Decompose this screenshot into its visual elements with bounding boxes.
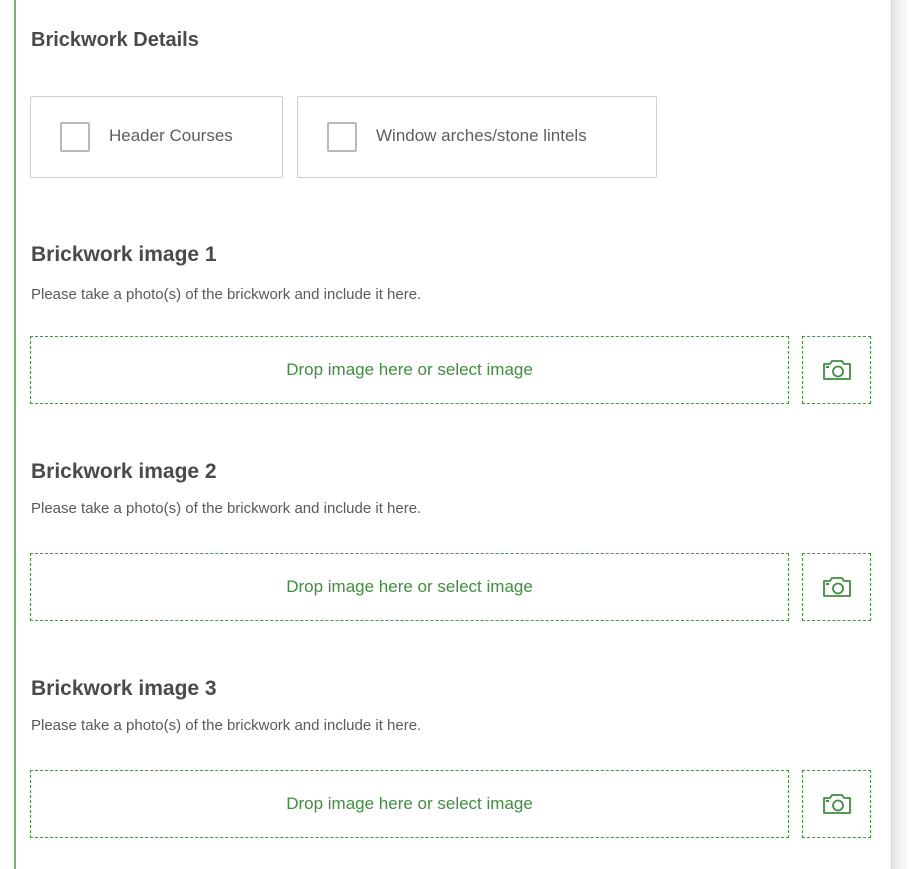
image-field-heading: Brickwork image 2 <box>31 460 217 483</box>
checkbox-header-courses[interactable]: Header Courses <box>30 96 283 178</box>
image-drop-zone[interactable]: Drop image here or select image <box>30 553 789 621</box>
drop-zone-text: Drop image here or select image <box>286 360 533 379</box>
form-left-border <box>14 0 16 869</box>
drop-zone-text: Drop image here or select image <box>286 794 533 813</box>
camera-icon <box>822 577 851 597</box>
camera-button[interactable] <box>802 770 871 838</box>
checkbox-window-arches[interactable]: Window arches/stone lintels <box>297 96 657 178</box>
camera-icon <box>822 794 851 814</box>
image-drop-zone[interactable]: Drop image here or select image <box>30 336 789 404</box>
image-field-description: Please take a photo(s) of the brickwork … <box>31 500 422 517</box>
checkbox-label: Header Courses <box>109 126 233 145</box>
camera-button[interactable] <box>802 336 871 404</box>
drop-zone-text: Drop image here or select image <box>286 577 533 596</box>
image-field-heading: Brickwork image 1 <box>31 243 217 266</box>
section-title: Brickwork Details <box>31 29 199 51</box>
image-field-description: Please take a photo(s) of the brickwork … <box>31 286 422 303</box>
image-field-description: Please take a photo(s) of the brickwork … <box>31 717 422 734</box>
checkbox-label: Window arches/stone lintels <box>376 126 587 145</box>
camera-icon <box>822 360 851 380</box>
checkbox-square[interactable] <box>327 122 357 152</box>
checkbox-square[interactable] <box>60 122 90 152</box>
camera-button[interactable] <box>802 553 871 621</box>
panel-right-shadow <box>892 0 910 869</box>
image-field-heading: Brickwork image 3 <box>31 677 217 700</box>
image-drop-zone[interactable]: Drop image here or select image <box>30 770 789 838</box>
